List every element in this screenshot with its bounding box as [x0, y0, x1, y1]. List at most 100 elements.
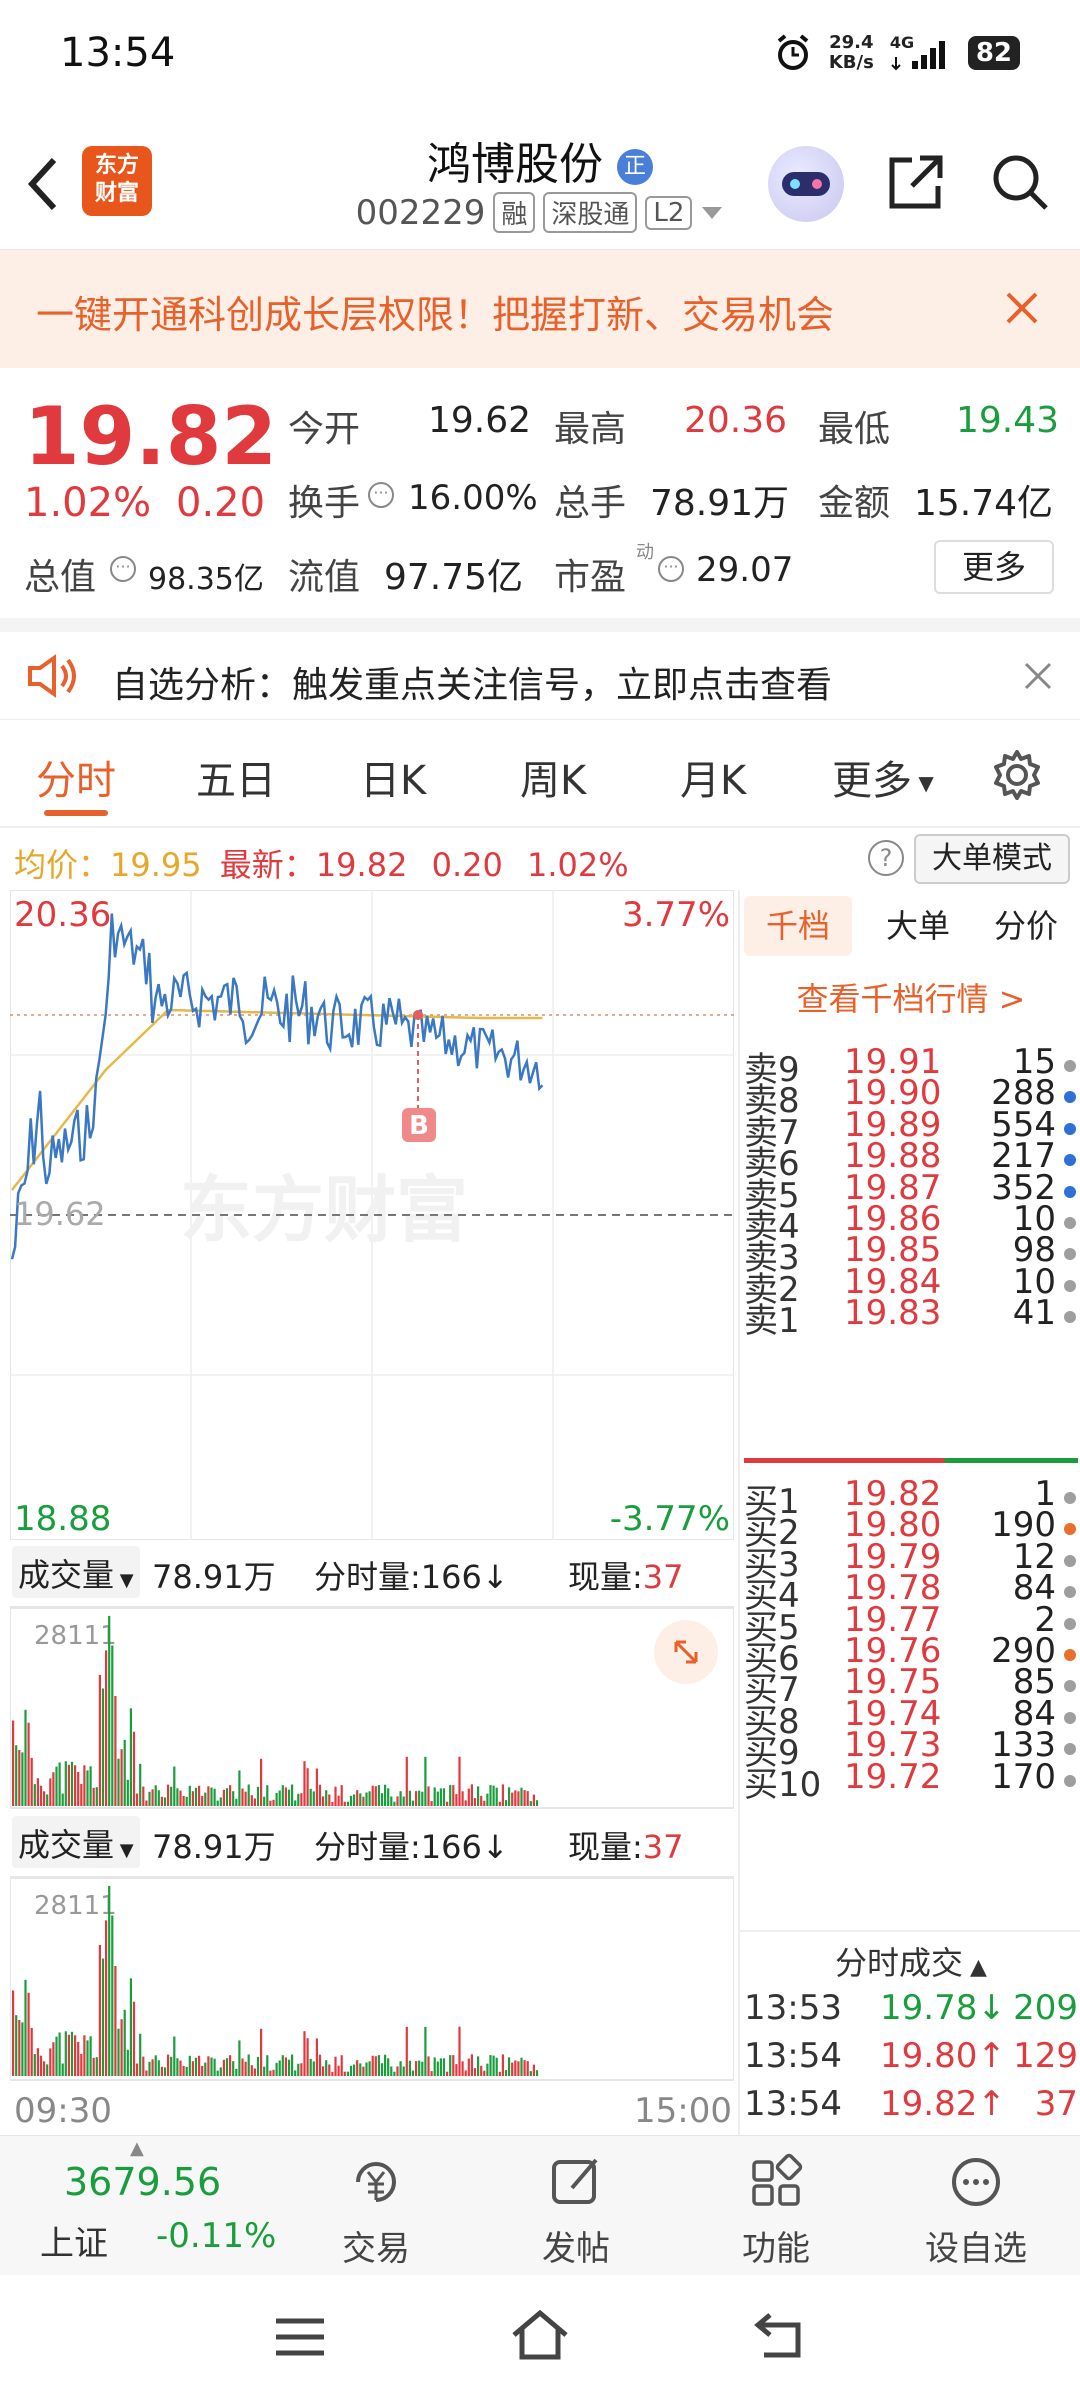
tab-more[interactable]: 更多 ▼ — [832, 748, 934, 806]
volume-bar — [489, 2055, 492, 2076]
back-nav-icon[interactable] — [752, 2311, 808, 2359]
volume-bar — [359, 2063, 362, 2076]
volume-bar — [405, 1756, 408, 1806]
ob-price: 19.83 — [844, 1293, 942, 1334]
volume-bar — [117, 2028, 120, 2076]
volume-bar — [148, 2061, 151, 2076]
tab-big-order[interactable]: 大单 — [868, 896, 968, 956]
volume-bar — [39, 2055, 43, 2076]
tab-price-dist[interactable]: 分价 — [976, 896, 1076, 956]
home-icon[interactable] — [508, 2307, 572, 2363]
tab-weekly-k[interactable]: 周K — [520, 748, 586, 806]
volume-bar — [219, 2067, 222, 2076]
volume-bar — [359, 1793, 362, 1806]
volume-bar — [198, 1785, 201, 1806]
change-value: 0.20 — [176, 480, 266, 526]
tab-five-day[interactable]: 五日 — [196, 748, 276, 806]
nav-post[interactable]: 发帖 — [496, 2152, 656, 2270]
volume-bar — [269, 1800, 272, 1806]
tick-time: 13:54 — [744, 2036, 842, 2076]
volume-bar — [185, 1796, 188, 1806]
tick-title[interactable]: 分时成交 ▲ — [740, 1938, 1080, 1984]
now-volume: 现量:37 — [568, 1828, 684, 1866]
volume-bar — [111, 1915, 114, 2076]
volume-bar — [424, 2026, 427, 2076]
menu-icon[interactable] — [272, 2315, 328, 2359]
info-icon[interactable]: ··· — [110, 556, 136, 582]
volume-bar — [52, 2042, 55, 2076]
promo-banner[interactable]: 一键开通科创成长层权限！把握打新、交易机会 — [0, 250, 1080, 368]
volume-bar — [111, 1645, 114, 1806]
volume-bar — [393, 1801, 396, 1806]
nav-functions[interactable]: 功能 — [696, 2152, 856, 2270]
ask-row[interactable]: 卖1 19.83 41 — [740, 1293, 1080, 1341]
volume-bar — [294, 1800, 297, 1806]
close-icon[interactable] — [1004, 290, 1040, 326]
tab-intraday[interactable]: 分时 — [36, 748, 116, 806]
volume-bar — [256, 2056, 260, 2076]
volume-bar — [458, 1756, 461, 1806]
float-value: 97.75亿 — [384, 557, 524, 598]
volume-bar — [291, 1784, 294, 1806]
volume-selector[interactable]: 成交量 ▼ — [12, 1816, 140, 1868]
volume-bar — [194, 1787, 198, 1806]
volume-bar — [467, 2058, 470, 2076]
expand-icon[interactable] — [654, 1620, 718, 1684]
notice-bar[interactable]: 自选分析：触发重点关注信号，立即点击查看 — [0, 618, 1080, 720]
quote-panel: 19.82 1.02% 0.20 今开 19.62 最高 20.36 最低 19… — [0, 368, 1080, 618]
help-icon[interactable]: ? — [868, 840, 904, 876]
tab-monthly-k[interactable]: 月K — [680, 748, 746, 806]
nav-add-watchlist[interactable]: 设自选 — [896, 2152, 1056, 2270]
info-icon[interactable]: ··· — [658, 556, 684, 582]
axis-top-pct: 3.77% — [622, 895, 730, 935]
view-depth-link[interactable]: 查看千档行情 > — [740, 974, 1080, 1020]
share-icon[interactable] — [884, 150, 948, 214]
volume-bar — [353, 1794, 356, 1806]
volume-bar — [287, 1789, 291, 1806]
assistant-avatar[interactable] — [768, 146, 844, 222]
volume-bar — [15, 1745, 18, 1806]
volume-bar — [263, 2066, 266, 2076]
banner-text: 一键开通科创成长层权限！把握打新、交易机会 — [36, 293, 835, 337]
more-button[interactable]: 更多 — [934, 540, 1054, 594]
ob-dot — [1064, 1248, 1076, 1261]
tab-thousand-level[interactable]: 千档 — [744, 896, 852, 956]
big-order-mode-button[interactable]: 大单模式 — [914, 834, 1070, 884]
volume-bar — [136, 2063, 139, 2076]
dropdown-icon[interactable] — [700, 203, 724, 223]
volume-bar — [492, 2055, 495, 2076]
volume-bar — [18, 1750, 21, 1806]
tag-connect: 深股通 — [543, 192, 638, 233]
intraday-chart[interactable]: 东方财富 B 20.36 3.77% 19.62 18.88 -3.77% 28… — [9, 889, 735, 2139]
volume-selector[interactable]: 成交量 ▼ — [12, 1546, 140, 1598]
more-circle-icon — [952, 2158, 1000, 2206]
mktcap-value: 98.35亿 — [148, 562, 264, 597]
volume-bar — [55, 2036, 58, 2076]
info-icon[interactable]: ··· — [368, 482, 394, 508]
tab-daily-k[interactable]: 日K — [360, 748, 426, 806]
ob-dot — [1064, 1217, 1076, 1229]
tick-row: 13:54 19.82↑ 37 — [740, 2084, 1080, 2132]
volume-bar — [362, 1796, 365, 1806]
volume-bar — [272, 2069, 275, 2076]
bid-row[interactable]: 买10 19.72 170 — [740, 1757, 1080, 1805]
volume-bar — [517, 1791, 520, 1806]
volume-bar — [173, 1766, 176, 1806]
volume-bar — [30, 1757, 33, 1806]
volume-bar — [225, 1788, 229, 1806]
gear-icon[interactable] — [990, 748, 1044, 802]
volume-bar — [167, 2054, 170, 2076]
volume-bar — [70, 1761, 74, 1806]
volume-bar — [191, 2061, 194, 2076]
nav-trade[interactable]: 交易 — [296, 2152, 456, 2270]
ob-dot — [1064, 1091, 1076, 1104]
close-icon[interactable] — [1022, 660, 1054, 692]
volume-bar — [294, 2070, 297, 2076]
volume-bar — [436, 1791, 439, 1806]
search-icon[interactable] — [988, 150, 1052, 214]
volume-bar — [154, 2055, 157, 2076]
volume-bar — [36, 2048, 39, 2076]
index-ticker[interactable]: ▲ 3679.56 上证 -0.11% — [20, 2136, 276, 2276]
volume-bar — [287, 2059, 291, 2076]
volume-bar — [61, 1793, 64, 1806]
